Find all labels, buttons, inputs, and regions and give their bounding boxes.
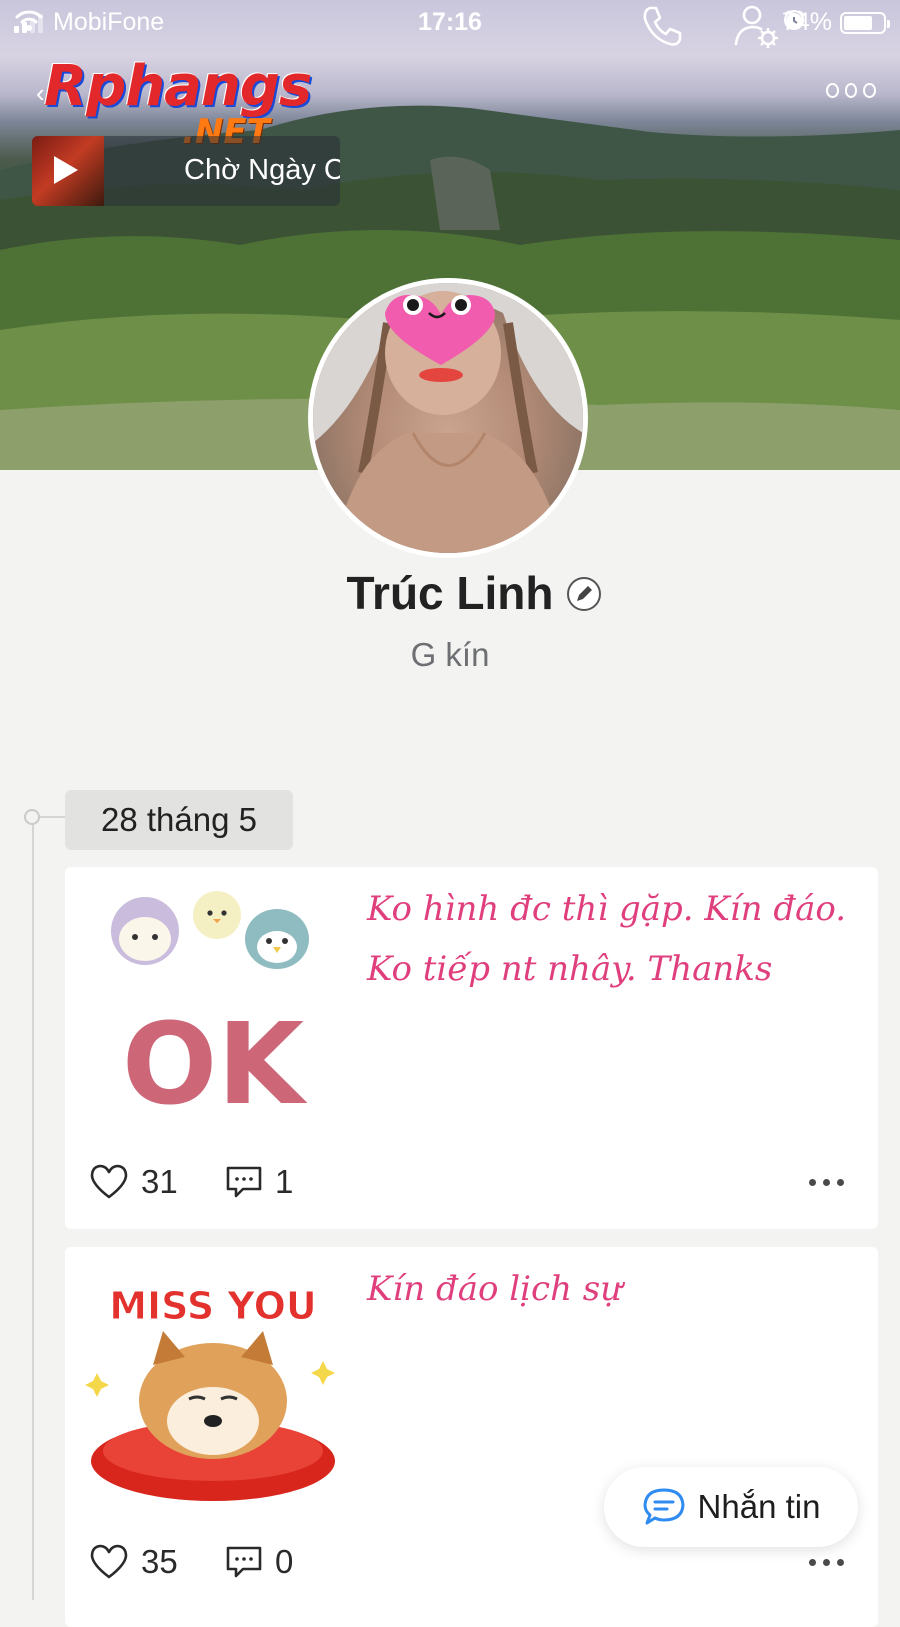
sticker-caption: MISS YOU [109,1284,317,1328]
alarm-icon [784,10,804,29]
like-count: 35 [141,1543,178,1580]
user-settings-icon[interactable] [730,0,782,52]
timeline-date: 28 tháng 5 [65,790,293,850]
post-card[interactable]: OK Ko hình đc thì gặp. Kín đáo. Ko tiếp … [65,867,878,1229]
profile-bio: G kín [410,636,490,673]
music-thumbnail [32,136,104,206]
ok-sticker: OK [111,891,309,1121]
battery-icon [840,11,890,34]
like-count: 31 [141,1163,178,1200]
comment-icon [226,1546,262,1578]
avatar-photo [313,283,583,553]
sticker-caption: OK [122,1000,308,1121]
watermark-logo: Rphangs [44,54,312,119]
post-card[interactable]: MISS YOU Kín đáo lịch sự 35 0 [65,1247,878,1627]
timeline-line [32,814,34,1600]
heart-icon [90,1164,128,1199]
post-actions: 35 0 [89,1543,854,1587]
timeline-connector [36,816,66,818]
post-actions: 31 1 [89,1163,854,1207]
chat-bubble-icon [643,1488,685,1525]
heart-icon [90,1544,128,1579]
more-icon[interactable] [826,64,877,116]
edit-pencil-icon[interactable] [566,576,602,612]
miss-you-sticker: MISS YOU [85,1284,335,1501]
comment-icon [226,1166,262,1198]
post-text: Kín đáo lịch sự [367,1269,623,1309]
post-more-icon[interactable] [809,1179,844,1186]
like-button[interactable]: 31 [89,1163,178,1201]
comment-button[interactable]: 1 [225,1163,293,1201]
like-button[interactable]: 35 [89,1543,178,1581]
post-text: Ko hình đc thì gặp. Kín đáo. Ko tiếp nt … [367,889,847,989]
post-more-icon[interactable] [809,1559,844,1566]
music-title: Chờ Ngày C [184,154,340,186]
profile-music-widget[interactable]: Chờ Ngày C [32,136,340,206]
phone-icon[interactable] [636,0,688,52]
comment-button[interactable]: 0 [225,1543,293,1581]
profile-name: Trúc Linh [346,567,554,619]
avatar[interactable] [308,278,588,558]
timeline-dot [24,809,40,825]
play-icon[interactable] [54,156,78,184]
comment-count: 0 [275,1543,294,1580]
message-button-label: Nhắn tin [697,1488,821,1525]
comment-count: 1 [275,1163,294,1200]
message-button[interactable]: Nhắn tin [604,1467,858,1547]
